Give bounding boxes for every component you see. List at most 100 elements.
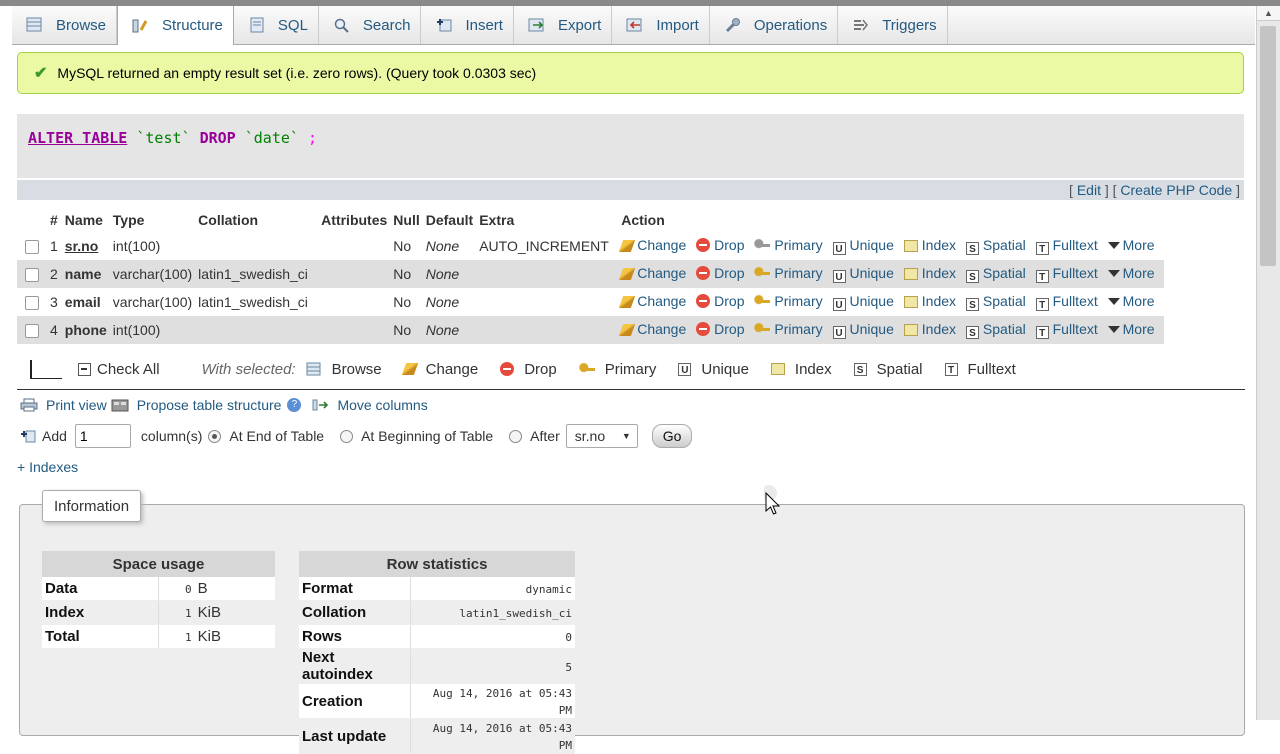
spatial-action[interactable]: S Spatial — [965, 265, 1026, 283]
page-scrollbar[interactable]: ▲ — [1256, 6, 1280, 720]
operations-icon — [724, 17, 742, 33]
drop-action[interactable]: Drop — [696, 265, 745, 281]
spatial-icon: S — [965, 326, 979, 339]
header-null: Null — [390, 208, 423, 232]
tab-insert[interactable]: Insert — [421, 6, 514, 44]
primary-action[interactable]: Primary — [754, 293, 823, 309]
tab-sql[interactable]: SQL — [234, 6, 319, 44]
at-end-label[interactable]: At End of Table — [229, 428, 324, 444]
header-num: # — [47, 208, 62, 232]
information-legend: Information — [42, 490, 142, 522]
create-php-code-link[interactable]: Create PHP Code — [1120, 182, 1232, 198]
change-action[interactable]: Change — [619, 321, 686, 337]
bulk-spatial-button[interactable]: S Spatial — [853, 361, 923, 378]
more-action[interactable]: More — [1107, 293, 1155, 309]
bulk-fulltext-button[interactable]: T Fulltext — [944, 361, 1016, 378]
fulltext-action[interactable]: T Fulltext — [1035, 321, 1098, 339]
at-beginning-label[interactable]: At Beginning of Table — [361, 428, 493, 444]
edit-query-link[interactable]: Edit — [1077, 182, 1101, 198]
spatial-icon: S — [965, 242, 979, 255]
row-actions: Change Drop Primary U Unique Index S Spati… — [618, 316, 1164, 344]
spatial-action[interactable]: S Spatial — [965, 321, 1026, 339]
fulltext-action[interactable]: T Fulltext — [1035, 237, 1098, 255]
bulk-drop-button[interactable]: Drop — [500, 361, 557, 378]
more-label: More — [1122, 293, 1155, 309]
change-action[interactable]: Change — [619, 293, 686, 309]
scrollbar-thumb[interactable] — [1260, 26, 1276, 266]
check-all-button[interactable]: Check All — [78, 361, 160, 378]
unique-action[interactable]: U Unique — [832, 265, 894, 283]
change-action[interactable]: Change — [619, 265, 686, 281]
index-action[interactable]: Index — [903, 237, 956, 253]
index-action[interactable]: Index — [903, 265, 956, 281]
primary-action[interactable]: Primary — [754, 321, 823, 337]
bulk-change-button[interactable]: Change — [401, 361, 478, 378]
drop-action[interactable]: Drop — [696, 293, 745, 309]
bulk-browse-button[interactable]: Browse — [306, 361, 382, 378]
row-checkbox[interactable] — [25, 240, 39, 255]
more-action[interactable]: More — [1107, 237, 1155, 253]
at-end-radio[interactable] — [208, 429, 222, 443]
column-extra — [476, 316, 619, 344]
row-num: 1 — [47, 232, 62, 260]
go-button[interactable]: Go — [651, 424, 693, 448]
tab-browse[interactable]: Browse — [12, 6, 118, 44]
drop-action[interactable]: Drop — [696, 321, 745, 337]
with-selected-label: With selected: — [201, 360, 296, 378]
index-action[interactable]: Index — [903, 293, 956, 309]
after-label[interactable]: After — [530, 428, 560, 444]
unique-icon: U — [832, 326, 846, 339]
propose-table-structure-link[interactable]: Propose table structure — [137, 397, 282, 413]
row-checkbox[interactable] — [25, 296, 39, 311]
row-actions: Change Drop Primary U Unique Index S Spati… — [618, 232, 1164, 260]
tab-export[interactable]: Export — [514, 6, 613, 44]
chevron-down-icon — [1107, 270, 1120, 277]
index-action[interactable]: Index — [903, 321, 956, 337]
primary-action[interactable]: Primary — [754, 237, 823, 253]
print-view-link[interactable]: Print view — [46, 397, 107, 413]
spatial-action[interactable]: S Spatial — [965, 237, 1026, 255]
move-columns-link[interactable]: Move columns — [337, 397, 427, 413]
unique-action[interactable]: U Unique — [832, 237, 894, 255]
column-default: None — [422, 260, 477, 288]
check-all-checkbox[interactable] — [78, 362, 91, 376]
stat-label: Next autoindex — [299, 648, 411, 684]
drop-action[interactable]: Drop — [696, 237, 745, 253]
stat-value: Aug 14, 2016 at 05:43 PM — [432, 687, 572, 717]
unique-action[interactable]: U Unique — [832, 293, 894, 311]
bulk-unique-button[interactable]: U Unique — [678, 361, 749, 378]
row-checkbox[interactable] — [25, 268, 39, 283]
primary-label: Primary — [774, 293, 823, 309]
column-attributes — [318, 316, 391, 344]
spatial-action[interactable]: S Spatial — [965, 293, 1026, 311]
row-checkbox[interactable] — [25, 324, 39, 339]
after-radio[interactable] — [509, 429, 523, 443]
fulltext-action[interactable]: T Fulltext — [1035, 265, 1098, 283]
help-icon[interactable]: ? — [287, 398, 302, 412]
fulltext-action[interactable]: T Fulltext — [1035, 293, 1098, 311]
scroll-up-icon[interactable]: ▲ — [1257, 6, 1280, 21]
more-action[interactable]: More — [1107, 321, 1155, 337]
tab-operations[interactable]: Operations — [710, 6, 839, 44]
unique-action[interactable]: U Unique — [832, 321, 894, 339]
tab-triggers[interactable]: Triggers — [838, 6, 948, 44]
tab-structure[interactable]: Structure — [117, 6, 234, 45]
table-row: 1 sr.no int(100) No None AUTO_INCREMENT … — [17, 232, 1164, 260]
at-beginning-radio[interactable] — [340, 429, 354, 443]
sql-keyword-alter-table[interactable]: ALTER TABLE — [28, 129, 127, 147]
change-action[interactable]: Change — [619, 237, 686, 253]
tab-import[interactable]: Import — [612, 6, 710, 44]
column-count-input[interactable] — [74, 424, 131, 448]
add-column-icon — [20, 429, 36, 443]
after-column-select[interactable]: sr.no ▼ — [565, 424, 638, 448]
more-action[interactable]: More — [1107, 265, 1155, 281]
bulk-index-button[interactable]: Index — [770, 361, 832, 378]
sql-column-name: `date` — [244, 129, 299, 147]
indexes-toggle-link[interactable]: + Indexes — [17, 459, 78, 475]
space-total-label: Total — [42, 624, 159, 649]
primary-action[interactable]: Primary — [754, 265, 823, 281]
header-name: Name — [61, 208, 110, 232]
bulk-primary-button[interactable]: Primary — [578, 361, 656, 378]
column-null: No — [390, 232, 423, 260]
tab-search[interactable]: Search — [319, 6, 422, 44]
